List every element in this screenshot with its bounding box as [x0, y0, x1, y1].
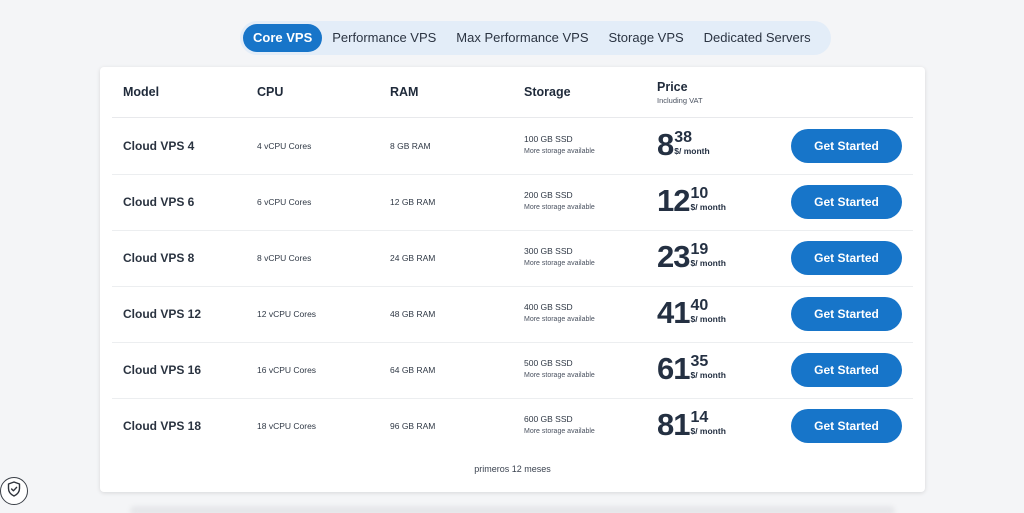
- row-ram: 8 GB RAM: [390, 141, 431, 151]
- row-storage-note: More storage available: [524, 316, 595, 323]
- get-started-button[interactable]: Get Started: [791, 353, 902, 387]
- row-storage-size: 400 GB SSD: [524, 302, 573, 312]
- price-integer: 12: [657, 183, 690, 218]
- row-model: Cloud VPS 8: [123, 251, 195, 265]
- price-decimal: 19: [690, 241, 709, 258]
- table-row: Cloud VPS 4 4 vCPU Cores 8 GB RAM 100 GB…: [112, 118, 913, 175]
- row-cpu: 4 vCPU Cores: [257, 141, 312, 151]
- header-price: Price Including VAT: [657, 80, 703, 105]
- row-storage: 200 GB SSD More storage available: [524, 190, 595, 211]
- table-row: Cloud VPS 18 18 vCPU Cores 96 GB RAM 600…: [112, 398, 913, 454]
- row-storage-note: More storage available: [524, 428, 595, 435]
- row-storage-size: 200 GB SSD: [524, 190, 573, 200]
- pricing-table: Model CPU RAM Storage Price Including VA…: [100, 67, 925, 492]
- price-decimal: 38: [674, 129, 693, 146]
- row-storage-note: More storage available: [524, 204, 595, 211]
- row-storage-size: 600 GB SSD: [524, 414, 573, 424]
- price-unit: $/ month: [674, 146, 710, 156]
- row-price: 23 19 $/ month: [657, 240, 726, 280]
- tab-dedicated-servers[interactable]: Dedicated Servers: [694, 24, 821, 52]
- header-cpu: CPU: [257, 85, 284, 99]
- row-storage-size: 100 GB SSD: [524, 134, 573, 144]
- row-ram: 64 GB RAM: [390, 365, 436, 375]
- pricing-footnote: primeros 12 meses: [474, 464, 551, 474]
- row-model: Cloud VPS 18: [123, 419, 202, 433]
- price-unit: $/ month: [690, 314, 726, 324]
- price-integer: 41: [657, 295, 690, 330]
- row-storage: 500 GB SSD More storage available: [524, 358, 595, 379]
- row-storage-size: 500 GB SSD: [524, 358, 573, 368]
- row-ram: 48 GB RAM: [390, 309, 436, 319]
- row-cpu: 18 vCPU Cores: [257, 421, 317, 431]
- get-started-button[interactable]: Get Started: [791, 185, 902, 219]
- price-integer: 8: [657, 127, 674, 162]
- row-price: 12 10 $/ month: [657, 184, 726, 224]
- tab-performance-vps[interactable]: Performance VPS: [322, 24, 446, 52]
- row-storage-size: 300 GB SSD: [524, 246, 573, 256]
- product-tabs: Core VPS Performance VPS Max Performance…: [240, 21, 831, 55]
- row-cpu: 12 vCPU Cores: [257, 309, 317, 319]
- get-started-button[interactable]: Get Started: [791, 129, 902, 163]
- row-model: Cloud VPS 6: [123, 195, 195, 209]
- row-ram: 24 GB RAM: [390, 253, 436, 263]
- price-integer: 81: [657, 407, 690, 442]
- privacy-settings-button[interactable]: [0, 477, 28, 505]
- header-ram: RAM: [390, 85, 419, 99]
- price-integer: 23: [657, 239, 690, 274]
- tab-core-vps[interactable]: Core VPS: [243, 24, 323, 52]
- tab-storage-vps[interactable]: Storage VPS: [599, 24, 694, 52]
- table-row: Cloud VPS 16 16 vCPU Cores 64 GB RAM 500…: [112, 342, 913, 399]
- tab-max-performance-vps[interactable]: Max Performance VPS: [446, 24, 598, 52]
- get-started-button[interactable]: Get Started: [791, 241, 902, 275]
- get-started-button[interactable]: Get Started: [791, 409, 902, 443]
- header-model: Model: [123, 85, 160, 99]
- row-storage-note: More storage available: [524, 372, 595, 379]
- row-storage: 100 GB SSD More storage available: [524, 134, 595, 155]
- header-storage: Storage: [524, 85, 571, 99]
- row-cpu: 8 vCPU Cores: [257, 253, 312, 263]
- row-price: 8 38 $/ month: [657, 128, 710, 168]
- card-shadow-decoration: [130, 506, 895, 513]
- row-price: 61 35 $/ month: [657, 352, 726, 392]
- row-storage: 300 GB SSD More storage available: [524, 246, 595, 267]
- table-header: Model CPU RAM Storage Price Including VA…: [112, 67, 913, 118]
- row-model: Cloud VPS 4: [123, 139, 195, 153]
- header-price-sub: Including VAT: [657, 96, 703, 105]
- row-cpu: 6 vCPU Cores: [257, 197, 312, 207]
- shield-check-icon: [7, 480, 21, 502]
- get-started-button[interactable]: Get Started: [791, 297, 902, 331]
- row-model: Cloud VPS 16: [123, 363, 202, 377]
- table-row: Cloud VPS 12 12 vCPU Cores 48 GB RAM 400…: [112, 286, 913, 343]
- price-unit: $/ month: [690, 258, 726, 268]
- price-decimal: 10: [690, 185, 709, 202]
- table-row: Cloud VPS 6 6 vCPU Cores 12 GB RAM 200 G…: [112, 174, 913, 231]
- row-storage-note: More storage available: [524, 148, 595, 155]
- price-integer: 61: [657, 351, 690, 386]
- price-unit: $/ month: [690, 426, 726, 436]
- row-cpu: 16 vCPU Cores: [257, 365, 317, 375]
- price-unit: $/ month: [690, 202, 726, 212]
- price-decimal: 40: [690, 297, 709, 314]
- price-decimal: 14: [690, 409, 709, 426]
- table-row: Cloud VPS 8 8 vCPU Cores 24 GB RAM 300 G…: [112, 230, 913, 287]
- row-price: 41 40 $/ month: [657, 296, 726, 336]
- row-storage-note: More storage available: [524, 260, 595, 267]
- row-storage: 400 GB SSD More storage available: [524, 302, 595, 323]
- header-price-label: Price: [657, 80, 688, 94]
- row-ram: 12 GB RAM: [390, 197, 436, 207]
- row-storage: 600 GB SSD More storage available: [524, 414, 595, 435]
- price-decimal: 35: [690, 353, 709, 370]
- page: Core VPS Performance VPS Max Performance…: [0, 0, 1024, 513]
- row-ram: 96 GB RAM: [390, 421, 436, 431]
- row-price: 81 14 $/ month: [657, 408, 726, 448]
- row-model: Cloud VPS 12: [123, 307, 202, 321]
- price-unit: $/ month: [690, 370, 726, 380]
